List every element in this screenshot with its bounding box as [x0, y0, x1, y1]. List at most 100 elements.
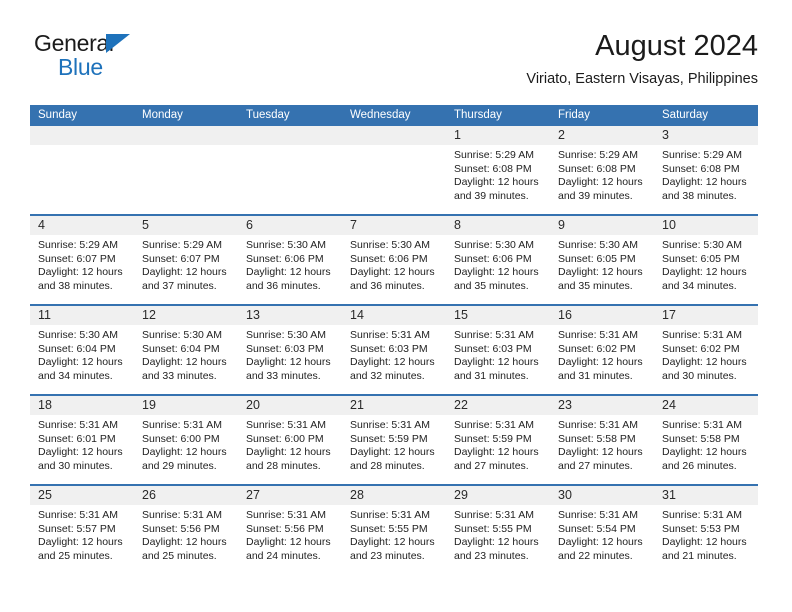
daylight-text-line2: and 38 minutes. [38, 279, 113, 292]
calendar-day-cell[interactable]: 5 Sunrise: 5:29 AM Sunset: 6:07 PM Daylight… [134, 214, 238, 305]
page-title: August 2024 [595, 30, 758, 62]
calendar-day-cell[interactable]: 13 Sunrise: 5:30 AM Sunset: 6:03 PM Dayligh… [238, 304, 342, 395]
brand-logo[interactable]: General Blue [34, 30, 264, 86]
day-details: Sunrise: 5:31 AM Sunset: 6:02 PM Daylight:… [550, 325, 654, 383]
day-details: Sunrise: 5:29 AM Sunset: 6:08 PM Daylight:… [654, 145, 758, 203]
daylight-text-line2: and 21 minutes. [662, 549, 737, 562]
day-number: 14 [342, 306, 446, 325]
day-details: Sunrise: 5:31 AM Sunset: 5:55 PM Daylight:… [446, 505, 550, 563]
calendar-week-row: 4 Sunrise: 5:29 AM Sunset: 6:07 PM Daylight… [30, 214, 758, 305]
sunrise-text: Sunrise: 5:30 AM [350, 239, 430, 251]
calendar-day-cell[interactable]: 27 Sunrise: 5:31 AM Sunset: 5:56 PM Dayligh… [238, 484, 342, 574]
sunrise-text: Sunrise: 5:30 AM [142, 329, 222, 341]
sunrise-text: Sunrise: 5:31 AM [246, 509, 326, 521]
daylight-text-line1: Daylight: 12 hours [246, 536, 331, 549]
calendar-day-cell[interactable]: 8 Sunrise: 5:30 AM Sunset: 6:06 PM Daylight… [446, 214, 550, 305]
sunset-text: Sunset: 6:01 PM [38, 432, 116, 445]
daylight-text-line2: and 27 minutes. [558, 459, 633, 472]
daylight-text-line1: Daylight: 12 hours [38, 536, 123, 549]
daylight-text-line1: Daylight: 12 hours [350, 446, 435, 459]
calendar-day-cell[interactable]: 17 Sunrise: 5:31 AM Sunset: 6:02 PM Dayligh… [654, 304, 758, 395]
calendar-day-cell[interactable]: 24 Sunrise: 5:31 AM Sunset: 5:58 PM Dayligh… [654, 394, 758, 485]
calendar-day-cell[interactable]: 15 Sunrise: 5:31 AM Sunset: 6:03 PM Dayligh… [446, 304, 550, 395]
calendar-day-cell[interactable]: 7 Sunrise: 5:30 AM Sunset: 6:06 PM Daylight… [342, 214, 446, 305]
day-number: 10 [654, 216, 758, 235]
day-number [342, 126, 446, 145]
day-number: 31 [654, 486, 758, 505]
day-details: Sunrise: 5:31 AM Sunset: 5:55 PM Daylight:… [342, 505, 446, 563]
day-details: Sunrise: 5:29 AM Sunset: 6:08 PM Daylight:… [446, 145, 550, 203]
sunrise-text: Sunrise: 5:31 AM [662, 419, 742, 431]
calendar-day-cell[interactable]: 2 Sunrise: 5:29 AM Sunset: 6:08 PM Daylight… [550, 126, 654, 215]
weekday-header-tuesday: Tuesday [238, 105, 342, 126]
calendar-week-row: 18 Sunrise: 5:31 AM Sunset: 6:01 PM Dayligh… [30, 394, 758, 485]
daylight-text-line2: and 29 minutes. [142, 459, 217, 472]
sunrise-text: Sunrise: 5:31 AM [662, 509, 742, 521]
calendar-body: 1 Sunrise: 5:29 AM Sunset: 6:08 PM Daylight… [30, 126, 758, 574]
calendar-day-cell[interactable]: 28 Sunrise: 5:31 AM Sunset: 5:55 PM Dayligh… [342, 484, 446, 574]
day-number: 7 [342, 216, 446, 235]
sunset-text: Sunset: 6:06 PM [454, 252, 532, 265]
brand-logo-top-row: General [34, 30, 264, 56]
calendar-day-cell[interactable]: 29 Sunrise: 5:31 AM Sunset: 5:55 PM Dayligh… [446, 484, 550, 574]
daylight-text-line1: Daylight: 12 hours [662, 266, 747, 279]
daylight-text-line1: Daylight: 12 hours [246, 356, 331, 369]
calendar-day-cell[interactable]: 3 Sunrise: 5:29 AM Sunset: 6:08 PM Daylight… [654, 126, 758, 215]
sunrise-text: Sunrise: 5:31 AM [662, 329, 742, 341]
sunset-text: Sunset: 5:56 PM [142, 522, 220, 535]
calendar-day-cell[interactable]: 12 Sunrise: 5:30 AM Sunset: 6:04 PM Dayligh… [134, 304, 238, 395]
brand-name-blue: Blue [58, 54, 103, 80]
calendar-day-cell[interactable]: 10 Sunrise: 5:30 AM Sunset: 6:05 PM Dayligh… [654, 214, 758, 305]
sunset-text: Sunset: 5:57 PM [38, 522, 116, 535]
sunset-text: Sunset: 6:03 PM [246, 342, 324, 355]
page-header: General Blue August 2024 Viriato, Easter… [34, 28, 758, 98]
day-number: 28 [342, 486, 446, 505]
daylight-text-line1: Daylight: 12 hours [558, 356, 643, 369]
sunset-text: Sunset: 6:06 PM [350, 252, 428, 265]
day-details: Sunrise: 5:30 AM Sunset: 6:06 PM Daylight:… [446, 235, 550, 293]
calendar-day-cell[interactable]: 18 Sunrise: 5:31 AM Sunset: 6:01 PM Dayligh… [30, 394, 134, 485]
daylight-text-line1: Daylight: 12 hours [142, 356, 227, 369]
daylight-text-line2: and 23 minutes. [454, 549, 529, 562]
sunrise-text: Sunrise: 5:30 AM [246, 329, 326, 341]
calendar-day-cell[interactable]: 4 Sunrise: 5:29 AM Sunset: 6:07 PM Daylight… [30, 214, 134, 305]
calendar-day-cell[interactable]: 23 Sunrise: 5:31 AM Sunset: 5:58 PM Dayligh… [550, 394, 654, 485]
weekday-header-row: Sunday Monday Tuesday Wednesday Thursday Frid… [30, 105, 758, 126]
day-number: 24 [654, 396, 758, 415]
day-number: 20 [238, 396, 342, 415]
day-details: Sunrise: 5:31 AM Sunset: 5:59 PM Daylight:… [446, 415, 550, 473]
daylight-text-line1: Daylight: 12 hours [558, 176, 643, 189]
calendar-day-cell[interactable]: 16 Sunrise: 5:31 AM Sunset: 6:02 PM Dayligh… [550, 304, 654, 395]
daylight-text-line1: Daylight: 12 hours [662, 446, 747, 459]
calendar-day-cell[interactable]: 25 Sunrise: 5:31 AM Sunset: 5:57 PM Dayligh… [30, 484, 134, 574]
calendar-day-cell[interactable]: 20 Sunrise: 5:31 AM Sunset: 6:00 PM Dayligh… [238, 394, 342, 485]
sunset-text: Sunset: 6:04 PM [38, 342, 116, 355]
day-number: 23 [550, 396, 654, 415]
sunrise-text: Sunrise: 5:29 AM [662, 149, 742, 161]
calendar-day-cell[interactable]: 6 Sunrise: 5:30 AM Sunset: 6:06 PM Daylight… [238, 214, 342, 305]
calendar-day-cell[interactable]: 21 Sunrise: 5:31 AM Sunset: 5:59 PM Dayligh… [342, 394, 446, 485]
calendar-day-cell[interactable]: 1 Sunrise: 5:29 AM Sunset: 6:08 PM Daylight… [446, 126, 550, 215]
sunrise-text: Sunrise: 5:31 AM [350, 329, 430, 341]
day-details: Sunrise: 5:31 AM Sunset: 5:59 PM Daylight:… [342, 415, 446, 473]
calendar-day-cell[interactable]: 14 Sunrise: 5:31 AM Sunset: 6:03 PM Dayligh… [342, 304, 446, 395]
calendar-day-cell[interactable]: 11 Sunrise: 5:30 AM Sunset: 6:04 PM Dayligh… [30, 304, 134, 395]
daylight-text-line1: Daylight: 12 hours [558, 536, 643, 549]
daylight-text-line1: Daylight: 12 hours [350, 536, 435, 549]
calendar-day-cell[interactable]: 9 Sunrise: 5:30 AM Sunset: 6:05 PM Daylight… [550, 214, 654, 305]
calendar-day-cell[interactable]: 26 Sunrise: 5:31 AM Sunset: 5:56 PM Dayligh… [134, 484, 238, 574]
sunrise-text: Sunrise: 5:31 AM [38, 509, 118, 521]
calendar-cell-empty [134, 126, 238, 215]
daylight-text-line2: and 31 minutes. [454, 369, 529, 382]
sunset-text: Sunset: 5:53 PM [662, 522, 740, 535]
day-details: Sunrise: 5:31 AM Sunset: 5:54 PM Daylight:… [550, 505, 654, 563]
daylight-text-line1: Daylight: 12 hours [38, 356, 123, 369]
calendar-day-cell[interactable]: 19 Sunrise: 5:31 AM Sunset: 6:00 PM Dayligh… [134, 394, 238, 485]
calendar-day-cell[interactable]: 30 Sunrise: 5:31 AM Sunset: 5:54 PM Dayligh… [550, 484, 654, 574]
calendar-day-cell[interactable]: 22 Sunrise: 5:31 AM Sunset: 5:59 PM Dayligh… [446, 394, 550, 485]
daylight-text-line2: and 35 minutes. [454, 279, 529, 292]
sunset-text: Sunset: 6:07 PM [142, 252, 220, 265]
daylight-text-line1: Daylight: 12 hours [662, 356, 747, 369]
daylight-text-line2: and 30 minutes. [38, 459, 113, 472]
calendar-day-cell[interactable]: 31 Sunrise: 5:31 AM Sunset: 5:53 PM Dayligh… [654, 484, 758, 574]
